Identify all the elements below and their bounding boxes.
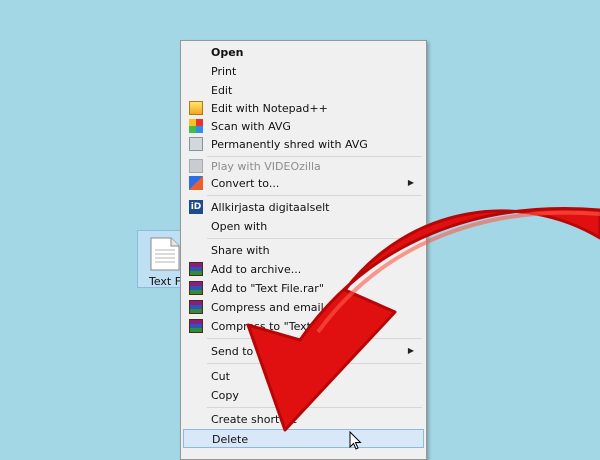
menu-item-add-to-rar[interactable]: Add to "Text File.rar" bbox=[183, 279, 424, 298]
menu-item-label: Scan with AVG bbox=[211, 120, 291, 133]
menu-item-label: Edit with Notepad++ bbox=[211, 102, 328, 115]
menu-item-label: Create shortcut bbox=[211, 413, 297, 426]
menu-item-send-to[interactable]: Send to ▶ bbox=[183, 342, 424, 361]
menu-item-label: Play with VIDEOzilla bbox=[211, 160, 321, 173]
menu-item-shred-avg[interactable]: Permanently shred with AVG bbox=[183, 135, 424, 154]
menu-item-compress-email[interactable]: Compress and email... bbox=[183, 298, 424, 317]
mouse-pointer-icon bbox=[349, 431, 362, 450]
menu-item-scan-avg[interactable]: Scan with AVG bbox=[183, 117, 424, 136]
winrar-icon bbox=[189, 281, 203, 295]
menu-item-delete[interactable]: Delete bbox=[183, 429, 424, 448]
menu-item-label: Permanently shred with AVG bbox=[211, 138, 368, 151]
menu-item-label: Convert to... bbox=[211, 177, 280, 190]
menu-item-label: Share with bbox=[211, 244, 270, 257]
avg-icon bbox=[189, 119, 203, 133]
submenu-arrow-icon: ▶ bbox=[407, 178, 414, 187]
videozilla-icon bbox=[189, 159, 203, 173]
notepadpp-icon bbox=[189, 101, 203, 115]
menu-item-share-with[interactable]: Share with bbox=[183, 241, 424, 260]
menu-item-label: Allkirjasta digitaalselt bbox=[211, 201, 330, 214]
menu-item-allkirjasta[interactable]: iD Allkirjasta digitaalselt bbox=[183, 198, 424, 217]
menu-item-label: Open bbox=[211, 46, 244, 59]
menu-separator bbox=[207, 363, 422, 364]
menu-item-label: Open with bbox=[211, 220, 268, 233]
submenu-arrow-icon: ▶ bbox=[407, 346, 414, 355]
menu-separator bbox=[207, 338, 422, 339]
menu-item-cut[interactable]: Cut bbox=[183, 367, 424, 386]
menu-item-create-shortcut[interactable]: Create shortcut bbox=[183, 410, 424, 429]
id-card-icon: iD bbox=[189, 200, 203, 214]
menu-item-edit[interactable]: Edit bbox=[183, 81, 424, 100]
menu-item-label: Edit bbox=[211, 84, 233, 97]
menu-separator bbox=[207, 407, 422, 408]
menu-item-label: Cut bbox=[211, 370, 230, 383]
menu-item-label: Compress and email... bbox=[211, 301, 335, 314]
convert-icon bbox=[189, 176, 203, 190]
menu-item-label: Add to archive... bbox=[211, 263, 302, 276]
menu-separator bbox=[207, 195, 422, 196]
menu-item-label: Add to "Text File.rar" bbox=[211, 282, 324, 295]
menu-item-add-to-archive[interactable]: Add to archive... bbox=[183, 260, 424, 279]
menu-item-compress-to-rar[interactable]: Compress to "Text bbox=[183, 317, 424, 336]
shredder-icon bbox=[189, 137, 203, 151]
menu-item-label: Compress to "Text bbox=[211, 320, 311, 333]
context-menu: Open Print Edit Edit with Notepad++ Scan… bbox=[180, 40, 427, 460]
menu-separator bbox=[207, 238, 422, 239]
menu-item-open-with[interactable]: Open with bbox=[183, 217, 424, 236]
menu-item-label: Print bbox=[211, 65, 237, 78]
menu-item-copy[interactable]: Copy bbox=[183, 386, 424, 405]
text-document-icon bbox=[150, 237, 180, 271]
menu-item-convert-to[interactable]: Convert to... ▶ bbox=[183, 174, 424, 193]
menu-item-label: Copy bbox=[211, 389, 239, 402]
menu-item-label: Delete bbox=[212, 433, 249, 446]
menu-item-label: Send to bbox=[211, 345, 254, 358]
menu-item-edit-notepadpp[interactable]: Edit with Notepad++ bbox=[183, 99, 424, 118]
menu-item-open[interactable]: Open bbox=[183, 43, 424, 62]
winrar-icon bbox=[189, 300, 203, 314]
winrar-icon bbox=[189, 319, 203, 333]
menu-item-print[interactable]: Print bbox=[183, 62, 424, 81]
winrar-icon bbox=[189, 262, 203, 276]
